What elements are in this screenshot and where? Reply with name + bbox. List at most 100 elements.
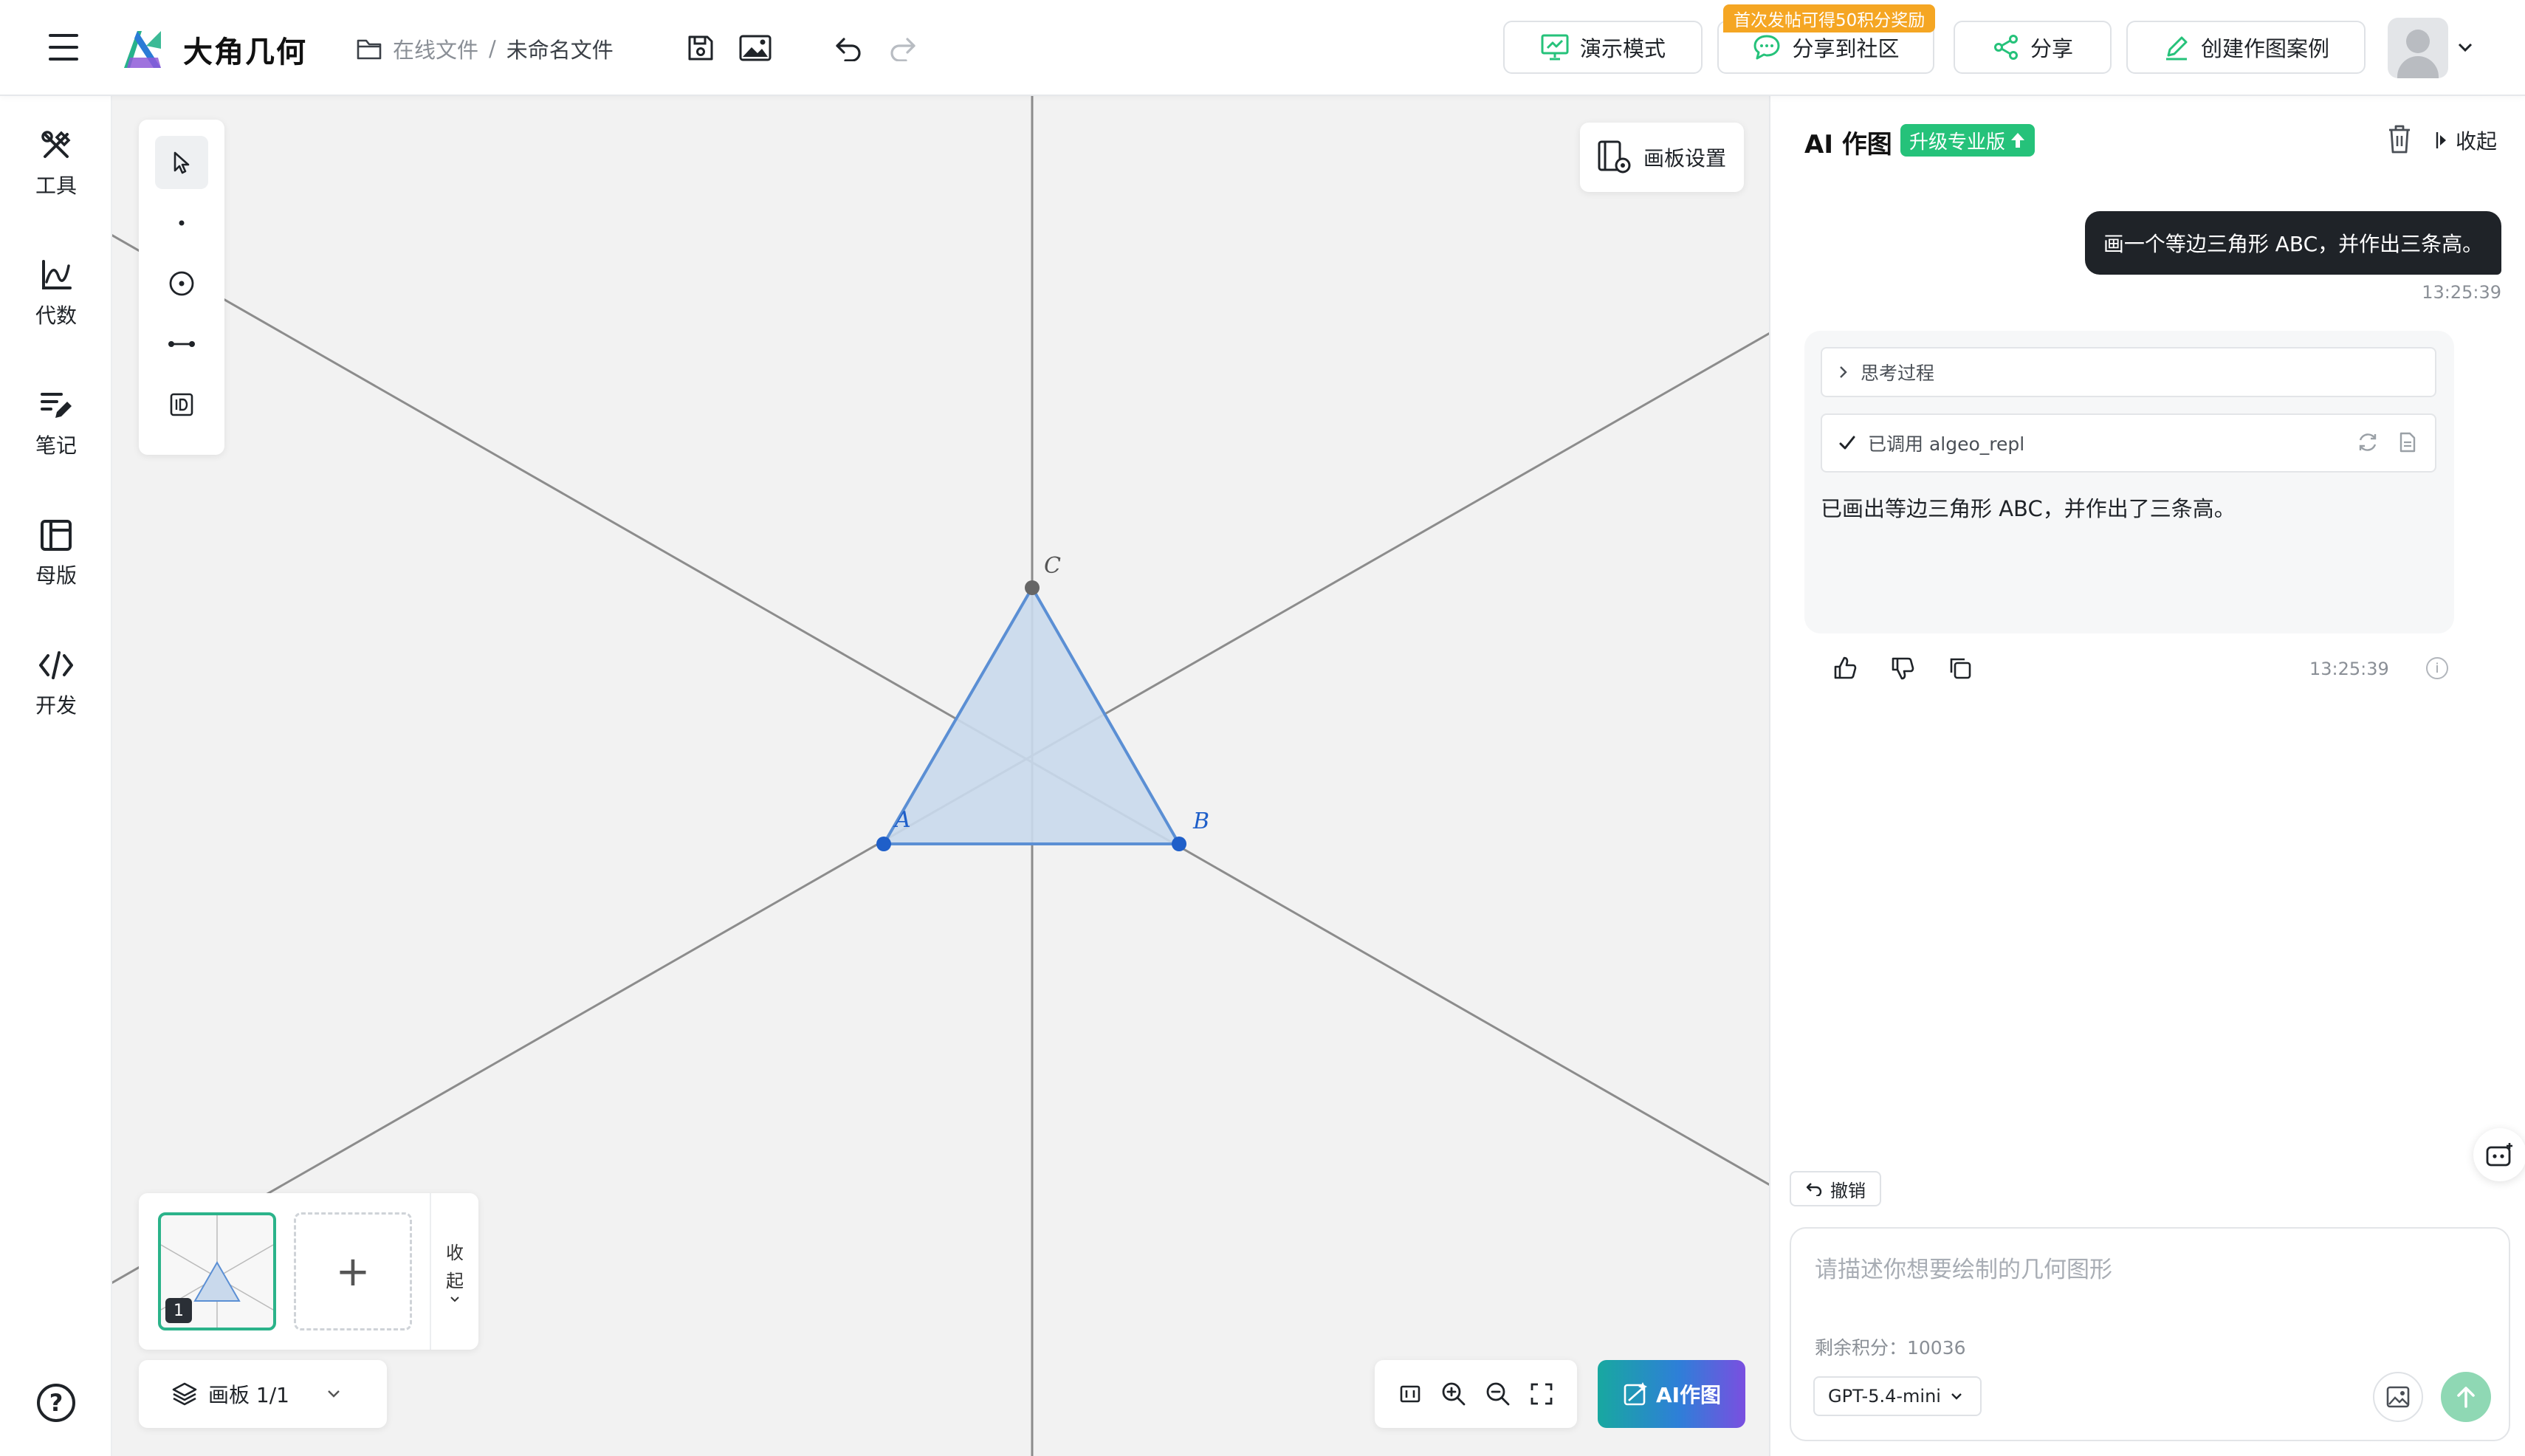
layer-select-label: 画板 1/1 bbox=[208, 1383, 289, 1407]
model-select-value: GPT-5.4-mini bbox=[1828, 1386, 1941, 1407]
send-button[interactable] bbox=[2441, 1372, 2491, 1422]
trash-icon[interactable] bbox=[2385, 123, 2414, 155]
sidebar-item-label: 开发 bbox=[35, 693, 77, 718]
thumbs-down-icon[interactable] bbox=[1889, 654, 1917, 682]
point-icon bbox=[179, 220, 185, 226]
chevron-down-icon bbox=[328, 1390, 340, 1398]
zoom-in-icon[interactable] bbox=[1436, 1376, 1471, 1412]
fullscreen-icon[interactable] bbox=[1524, 1376, 1559, 1412]
share-icon bbox=[1993, 35, 2018, 60]
geometry-canvas[interactable]: A B C 画板设置 1 + 收 起 画板 1/1 AI作图 bbox=[112, 96, 1769, 1456]
document-icon[interactable] bbox=[2398, 431, 2417, 453]
chart-icon bbox=[42, 260, 72, 289]
image-export-icon[interactable] bbox=[737, 30, 774, 66]
sidebar-item-notes[interactable]: 笔记 bbox=[0, 388, 112, 477]
arrow-up-icon bbox=[2457, 1387, 2475, 1408]
refresh-icon[interactable] bbox=[2357, 431, 2379, 453]
altitude-line-b[interactable] bbox=[112, 231, 1769, 1189]
segment-tool[interactable] bbox=[155, 317, 208, 371]
triangle-abc[interactable] bbox=[881, 584, 1182, 845]
point-tool[interactable] bbox=[155, 196, 208, 250]
chat-bubble-icon bbox=[1753, 35, 1780, 60]
circle-icon bbox=[169, 271, 194, 296]
create-case-button[interactable]: 创建作图案例 bbox=[2126, 21, 2366, 74]
collapse-panel-button[interactable]: 收起 bbox=[2435, 126, 2497, 155]
assistant-reply-text: 已画出等边三角形 ABC，并作出了三条高。 bbox=[1821, 496, 2236, 521]
help-icon[interactable]: ? bbox=[37, 1384, 75, 1422]
ai-draw-button[interactable]: AI作图 bbox=[1598, 1360, 1745, 1428]
app-logo bbox=[124, 31, 161, 68]
sidebar-item-dev[interactable]: 开发 bbox=[0, 648, 112, 737]
sidebar-item-algebra[interactable]: 代数 bbox=[0, 258, 112, 347]
redo-icon[interactable] bbox=[884, 30, 921, 66]
model-select[interactable]: GPT-5.4-mini bbox=[1813, 1376, 1982, 1416]
textbox-icon bbox=[170, 393, 193, 416]
undo-icon[interactable] bbox=[830, 30, 867, 66]
app-window: 大角几何 在线文件 / 未命名文件 演示模式 首次发帖可得50积分奖励 分享到社… bbox=[0, 0, 2525, 1456]
brand-name: 大角几何 bbox=[183, 35, 307, 69]
page-thumbnail[interactable]: 1 bbox=[158, 1212, 276, 1330]
user-message: 画一个等边三角形 ABC，并作出三条高。 bbox=[2085, 211, 2501, 275]
layout-icon bbox=[41, 520, 72, 551]
point-b[interactable] bbox=[1172, 837, 1186, 851]
layers-icon bbox=[172, 1382, 197, 1406]
page-strip: 1 + 收 起 bbox=[139, 1193, 478, 1350]
select-tool[interactable] bbox=[155, 136, 208, 189]
check-icon bbox=[1839, 436, 1855, 450]
thumbs-up-icon[interactable] bbox=[1831, 654, 1859, 682]
point-label-a: A bbox=[893, 807, 911, 833]
panel-title: AI 作图 bbox=[1804, 130, 1892, 159]
undo-chip-button[interactable]: 撤销 bbox=[1790, 1171, 1881, 1206]
file-name[interactable]: 未命名文件 bbox=[506, 33, 614, 64]
prompt-input[interactable] bbox=[1815, 1251, 2479, 1317]
cursor-icon bbox=[174, 151, 190, 174]
upgrade-badge[interactable]: 升级专业版 bbox=[1900, 124, 2036, 157]
chevron-down-icon[interactable] bbox=[2457, 41, 2473, 53]
assistant-bot-icon[interactable] bbox=[2473, 1128, 2525, 1181]
code-icon bbox=[39, 651, 73, 679]
breadcrumb: 在线文件 / 未命名文件 bbox=[356, 32, 614, 65]
upgrade-label: 升级专业版 bbox=[1909, 131, 2006, 154]
copy-icon[interactable] bbox=[1946, 654, 1974, 682]
present-mode-label: 演示模式 bbox=[1579, 36, 1666, 61]
breadcrumb-root[interactable]: 在线文件 bbox=[393, 33, 478, 64]
share-community-label: 分享到社区 bbox=[1792, 36, 1900, 61]
tool-call-label: 已调用 algeo_repl bbox=[1868, 433, 2025, 455]
point-a[interactable] bbox=[876, 837, 891, 851]
board-settings-label: 画板设置 bbox=[1643, 146, 1727, 171]
thinking-process-toggle[interactable]: 思考过程 bbox=[1821, 347, 2436, 397]
sidebar-item-label: 母版 bbox=[35, 563, 77, 588]
point-label-b: B bbox=[1192, 808, 1209, 834]
save-icon[interactable] bbox=[682, 30, 719, 66]
text-tool[interactable] bbox=[155, 378, 208, 431]
chevron-right-icon bbox=[1840, 366, 1847, 378]
point-c[interactable] bbox=[1025, 580, 1040, 595]
menu-icon[interactable] bbox=[49, 32, 81, 62]
thinking-process-label: 思考过程 bbox=[1861, 363, 1935, 384]
sidebar-item-tools[interactable]: 工具 bbox=[0, 128, 112, 217]
fit-view-icon[interactable] bbox=[1392, 1376, 1428, 1412]
collapse-pages-button[interactable]: 收 起 bbox=[430, 1193, 478, 1350]
present-mode-button[interactable]: 演示模式 bbox=[1503, 21, 1703, 74]
sidebar-item-label: 代数 bbox=[35, 303, 77, 328]
board-settings-icon bbox=[1598, 140, 1631, 174]
assistant-reply-card: 思考过程 已调用 algeo_repl 已画出等边三角形 ABC，并作出了三条高… bbox=[1804, 331, 2454, 633]
collapse-right-icon bbox=[2436, 132, 2446, 148]
info-icon[interactable]: i bbox=[2426, 657, 2448, 679]
collapse-panel-label: 收起 bbox=[2456, 129, 2498, 154]
board-layer-select[interactable]: 画板 1/1 bbox=[139, 1360, 387, 1428]
folder-icon bbox=[357, 39, 382, 60]
arrow-up-icon bbox=[2011, 133, 2025, 148]
board-settings-button[interactable]: 画板设置 bbox=[1580, 123, 1744, 192]
add-page-button[interactable]: + bbox=[294, 1212, 412, 1330]
collapse-pages-label-2: 起 bbox=[446, 1271, 464, 1291]
remaining-credits: 剩余积分：10036 bbox=[1815, 1337, 1966, 1359]
avatar[interactable] bbox=[2388, 18, 2448, 78]
sidebar-item-label: 笔记 bbox=[35, 433, 77, 458]
zoom-out-icon[interactable] bbox=[1480, 1376, 1516, 1412]
sidebar-item-master[interactable]: 母版 bbox=[0, 518, 112, 607]
attach-image-icon[interactable] bbox=[2373, 1372, 2423, 1422]
left-sidebar: 工具 代数 笔记 母版 开发 ? bbox=[0, 96, 112, 1456]
share-button[interactable]: 分享 bbox=[1954, 21, 2112, 74]
circle-tool[interactable] bbox=[155, 257, 208, 310]
